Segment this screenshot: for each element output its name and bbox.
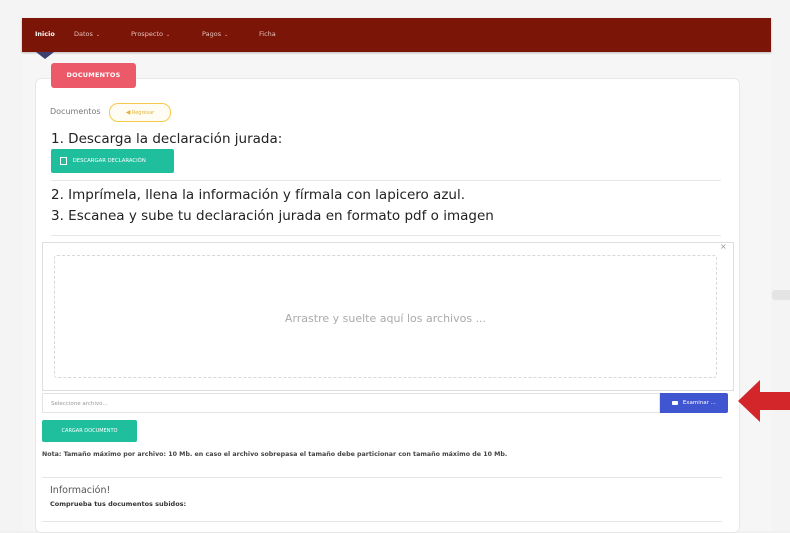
nav-item-label: Datos [74,30,93,38]
back-button-label: Regresar [131,110,155,116]
close-icon[interactable]: × [720,242,727,252]
nav-item-label: Prospecto [131,30,163,38]
step-2-heading: 2. Imprímela, llena la información y fír… [51,187,466,203]
file-size-note: Nota: Tamaño máximo por archivo: 10 Mb. … [42,451,508,458]
active-tab-indicator [36,52,54,59]
upload-document-button[interactable]: CARGAR DOCUMENTO [42,420,137,442]
download-declaration-button[interactable]: DESCARGAR DECLARACIÓN [51,149,174,173]
nav-item-label: Pagos [202,30,222,38]
nav-item-prospecto[interactable]: Prospecto ⌄ [131,29,170,40]
download-button-label: DESCARGAR DECLARACIÓN [72,158,146,164]
drop-zone-text: Arrastre y suelte aquí los archivos ... [284,312,487,325]
info-title: Información! [50,485,111,496]
nav-item-pagos[interactable]: Pagos ⌄ [202,29,228,40]
drop-zone[interactable]: Arrastre y suelte aquí los archivos ... [54,255,717,378]
nav-item-label: Inicio [35,30,55,38]
folder-open-icon [672,400,679,405]
documents-tab[interactable]: DOCUMENTOS [51,63,136,88]
divider [51,180,721,181]
nav-item-datos[interactable]: Datos ⌄ [74,29,100,40]
info-subtitle: Comprueba tus documentos subidos: [50,500,187,508]
chevron-down-icon: ⌄ [95,32,101,38]
chevron-down-icon: ⌄ [224,32,229,38]
top-navbar: Inicio Datos ⌄ Prospecto ⌄ Pagos ⌄ Ficha [22,18,771,52]
browse-button-label: Examinar ... [682,400,716,406]
arrow-left-icon: ◀ [125,109,131,116]
back-button[interactable]: ◀ Regresar [109,103,171,122]
documents-label: Documentos [50,107,101,116]
browse-button[interactable]: Examinar ... [660,393,728,413]
nav-item-inicio[interactable]: Inicio [35,29,55,39]
divider [42,521,722,522]
edge-scroll-tab [772,290,790,300]
chevron-down-icon: ⌄ [165,32,171,38]
document-icon [60,156,67,165]
step-3-heading: 3. Escanea y sube tu declaración jurada … [51,208,494,224]
nav-item-label: Ficha [259,30,276,38]
file-name-field[interactable]: Seleccione archivo... [42,393,660,413]
divider [42,477,722,478]
pointer-arrow-icon [738,380,790,422]
page: Inicio Datos ⌄ Prospecto ⌄ Pagos ⌄ Ficha DO… [0,0,790,533]
nav-item-ficha[interactable]: Ficha [259,29,276,39]
divider [51,235,721,236]
step-1-heading: 1. Descarga la declaración jurada: [51,131,283,147]
